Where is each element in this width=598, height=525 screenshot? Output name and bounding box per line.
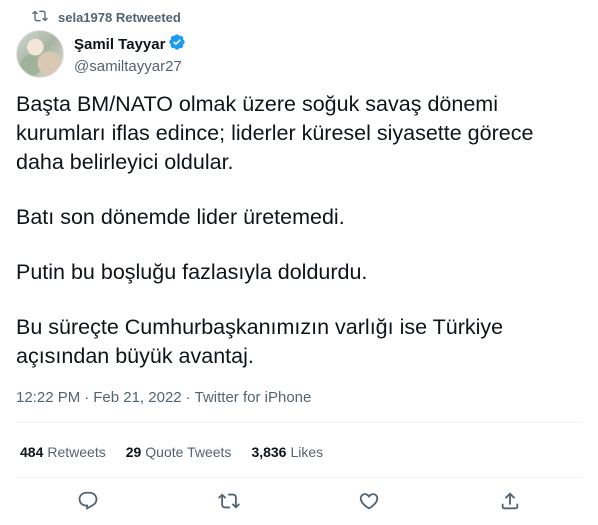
tweet-card: sela1978 Retweeted Şamil Tayyar @samilta… <box>0 0 598 525</box>
meta-separator: · <box>185 389 191 406</box>
tweet-paragraph: Bu süreçte Cumhurbaşkanımızın varlığı is… <box>16 315 504 368</box>
likes-count: 3,836 <box>251 444 287 460</box>
share-icon <box>499 492 521 516</box>
tweet-text: Başta BM/NATO olmak üzere soğuk savaş dö… <box>16 90 582 371</box>
action-bar <box>0 490 598 514</box>
divider <box>16 422 582 423</box>
heart-icon <box>358 493 380 516</box>
display-name-row: Şamil Tayyar <box>74 33 186 56</box>
tweet-time[interactable]: 12:22 PM <box>16 389 80 406</box>
tweet-date[interactable]: Feb 21, 2022 <box>93 389 181 406</box>
tweet-paragraph: Batı son dönemde lider üretemedi. <box>16 205 345 229</box>
retweet-icon <box>218 493 240 516</box>
like-button[interactable] <box>358 490 380 512</box>
retweet-banner-text: sela1978 Retweeted <box>58 10 181 25</box>
author-header: Şamil Tayyar @samiltayyar27 <box>16 30 186 78</box>
divider <box>16 477 582 478</box>
tweet-stats: 484 Retweets 29 Quote Tweets 3,836 Likes <box>20 444 323 460</box>
quote-tweets-label: Quote Tweets <box>145 444 232 460</box>
retweets-count: 484 <box>20 444 44 460</box>
author-names: Şamil Tayyar @samiltayyar27 <box>74 33 186 75</box>
display-name[interactable]: Şamil Tayyar <box>74 36 165 53</box>
meta-separator: · <box>84 389 90 406</box>
tweet-paragraph: Başta BM/NATO olmak üzere soğuk savaş dö… <box>16 92 534 174</box>
tweet-paragraph: Putin bu boşluğu fazlasıyla doldurdu. <box>16 260 368 284</box>
verified-badge-icon <box>168 33 186 56</box>
likes-label: Likes <box>290 444 324 460</box>
author-handle[interactable]: @samiltayyar27 <box>74 58 186 75</box>
share-button[interactable] <box>499 490 521 512</box>
reply-button[interactable] <box>77 490 99 512</box>
likes-stat[interactable]: 3,836 Likes <box>251 444 323 460</box>
quote-tweets-stat[interactable]: 29 Quote Tweets <box>126 444 232 460</box>
avatar[interactable] <box>16 30 64 78</box>
retweets-label: Retweets <box>47 444 106 460</box>
retweet-icon <box>32 8 48 27</box>
reply-icon <box>77 491 99 516</box>
retweet-button[interactable] <box>218 490 240 512</box>
tweet-meta: 12:22 PM · Feb 21, 2022 · Twitter for iP… <box>16 389 311 406</box>
retweets-stat[interactable]: 484 Retweets <box>20 444 106 460</box>
quote-tweets-count: 29 <box>125 444 142 460</box>
retweet-banner[interactable]: sela1978 Retweeted <box>32 8 181 27</box>
tweet-source[interactable]: Twitter for iPhone <box>195 389 312 406</box>
